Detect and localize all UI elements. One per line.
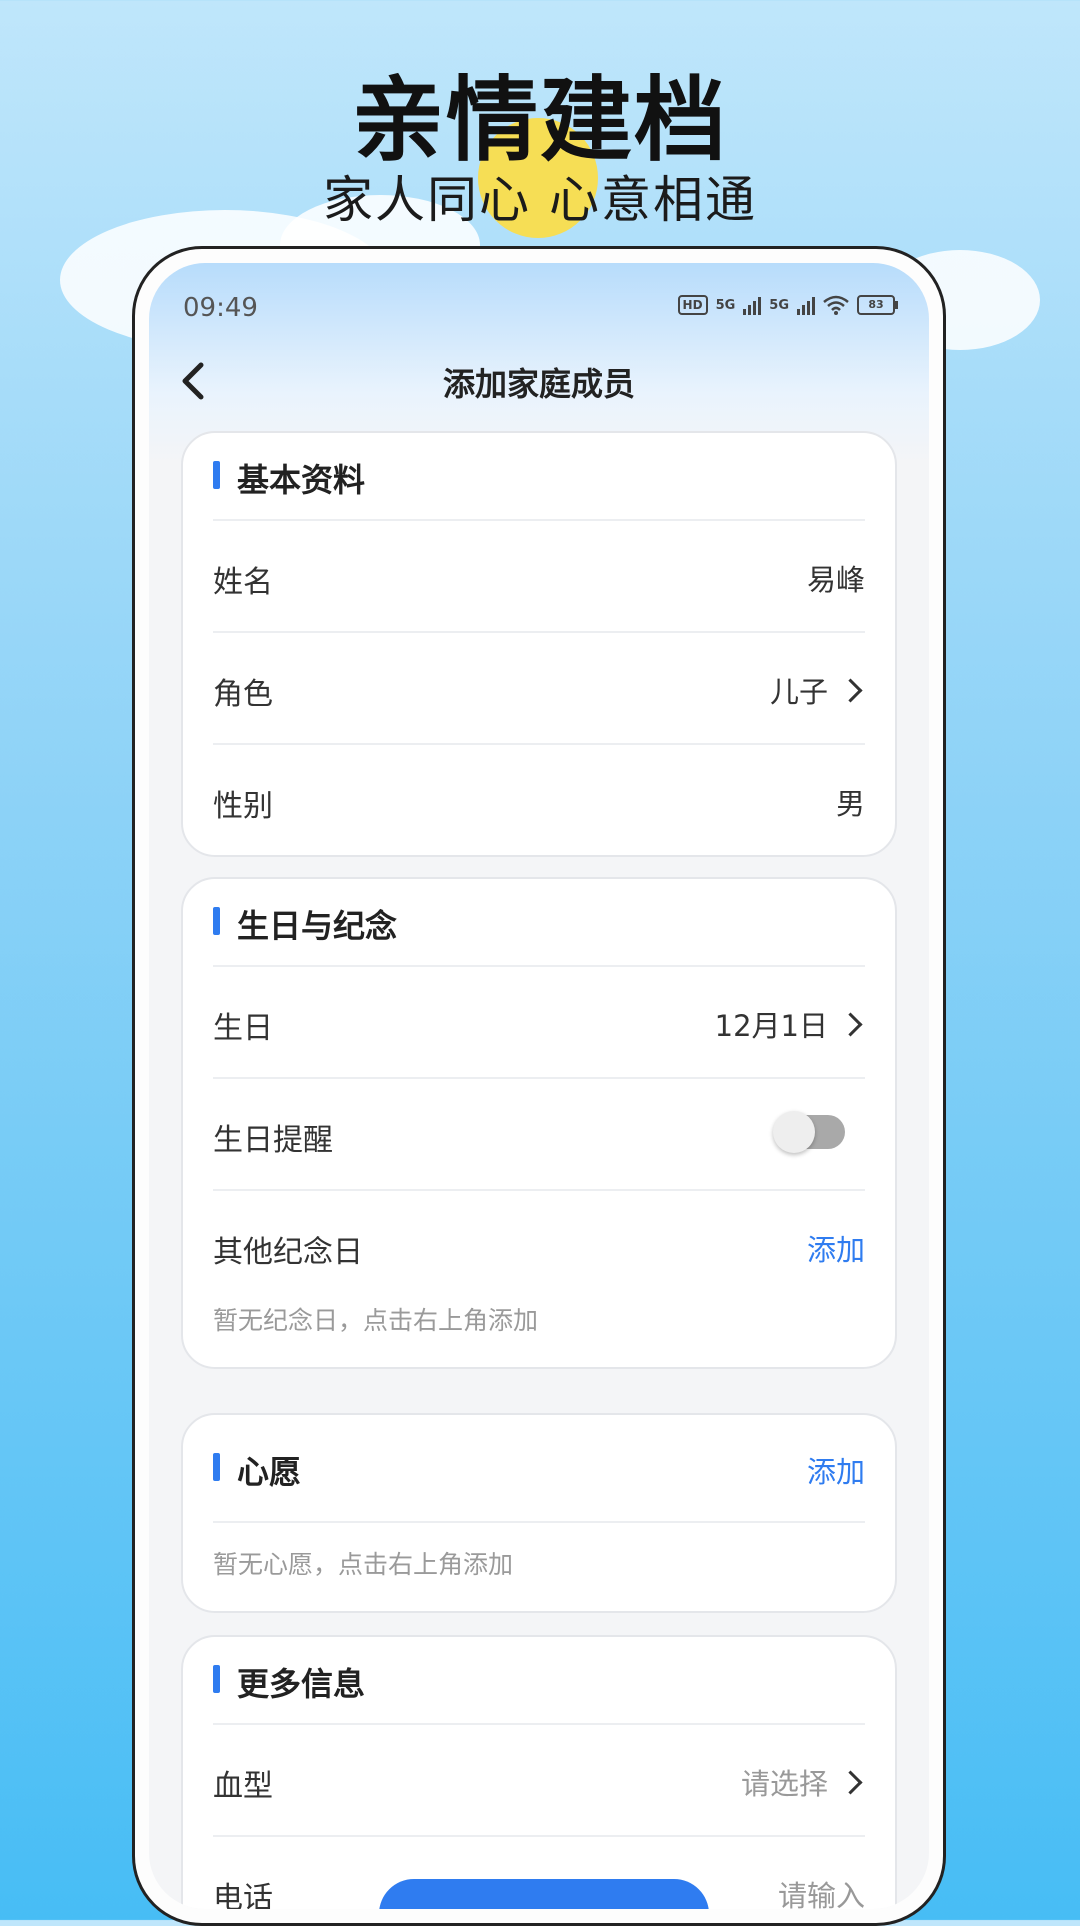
save-button[interactable] <box>379 1879 709 1909</box>
birthday-reminder-label: 生日提醒 <box>213 1123 333 1158</box>
name-label: 姓名 <box>213 565 273 600</box>
add-wish-button[interactable]: 添加 <box>807 1449 865 1491</box>
birthday-reminder-row: 生日提醒 <box>213 1079 865 1191</box>
section-marker <box>213 1665 220 1693</box>
toggle-knob <box>773 1111 815 1153</box>
role-label: 角色 <box>213 677 273 712</box>
battery-icon: 83 <box>857 295 898 315</box>
name-row[interactable]: 姓名 易峰 <box>213 521 865 633</box>
gender-label: 性别 <box>213 789 273 824</box>
anniversary-row: 其他纪念日 添加 暂无纪念日，点击右上角添加 <box>213 1191 865 1367</box>
blood-type-label: 血型 <box>213 1769 273 1804</box>
gender-row[interactable]: 性别 男 <box>213 745 865 855</box>
section-marker <box>213 907 220 935</box>
card-header: 基本资料 <box>213 433 865 521</box>
network-5g-label-2: 5G <box>769 297 789 313</box>
section-title: 心愿 <box>237 1453 302 1491</box>
name-value[interactable]: 易峰 <box>807 557 865 599</box>
status-bar: 09:49 HD 5G 5G 83 <box>183 293 898 327</box>
blood-type-row[interactable]: 血型 请选择 <box>213 1725 865 1837</box>
birthday-value: 12月1日 <box>714 1009 828 1043</box>
more-info-card: 更多信息 血型 请选择 电话 请输入 <box>181 1635 897 1909</box>
section-title: 基本资料 <box>237 461 366 499</box>
birthday-card: 生日与纪念 生日 12月1日 生日提醒 其他纪念日 添加 暂无纪念日，点击右上角… <box>181 877 897 1369</box>
wifi-icon <box>823 295 849 315</box>
role-value: 儿子 <box>769 675 828 709</box>
phone-frame: 09:49 HD 5G 5G 83 添加家庭成员 基本资料 姓名 易峰 角色 儿… <box>132 246 946 1926</box>
wish-card: 心愿 添加 暂无心愿，点击右上角添加 <box>181 1413 897 1613</box>
nav-bar: 添加家庭成员 <box>149 343 929 419</box>
section-title: 生日与纪念 <box>237 907 398 945</box>
section-title: 更多信息 <box>237 1665 366 1703</box>
network-5g-label: 5G <box>715 297 736 313</box>
app-screen: 09:49 HD 5G 5G 83 添加家庭成员 基本资料 姓名 易峰 角色 儿… <box>149 263 929 1909</box>
role-row[interactable]: 角色 儿子 <box>213 633 865 745</box>
anniversary-label: 其他纪念日 <box>213 1235 363 1270</box>
signal-icon-2 <box>797 295 815 315</box>
phone-label: 电话 <box>213 1881 273 1909</box>
blood-type-placeholder: 请选择 <box>740 1767 828 1801</box>
page-title: 添加家庭成员 <box>442 365 635 403</box>
card-header: 更多信息 <box>213 1637 865 1725</box>
card-header: 心愿 添加 <box>213 1415 865 1523</box>
section-marker <box>213 1453 220 1481</box>
wish-empty-hint: 暂无心愿，点击右上角添加 <box>213 1550 514 1579</box>
birthday-label: 生日 <box>213 1011 273 1046</box>
basic-info-card: 基本资料 姓名 易峰 角色 儿子 性别 男 <box>181 431 897 857</box>
gender-value: 男 <box>835 787 865 821</box>
status-icons: HD 5G 5G 83 <box>677 295 898 315</box>
birthday-row[interactable]: 生日 12月1日 <box>213 967 865 1079</box>
card-header: 生日与纪念 <box>213 879 865 967</box>
chevron-right-icon <box>838 677 863 703</box>
add-anniversary-button[interactable]: 添加 <box>807 1227 865 1269</box>
promo-subline: 家人同心 心意相通 <box>323 171 757 229</box>
hd-icon: HD <box>677 295 708 315</box>
status-time: 09:49 <box>183 293 258 323</box>
chevron-right-icon <box>838 1769 863 1795</box>
phone-input[interactable]: 请输入 <box>778 1873 865 1909</box>
birthday-reminder-toggle[interactable] <box>773 1111 845 1153</box>
signal-icon <box>743 295 762 315</box>
anniversary-empty-hint: 暂无纪念日，点击右上角添加 <box>213 1306 539 1335</box>
section-marker <box>213 461 220 489</box>
chevron-right-icon <box>838 1011 863 1037</box>
